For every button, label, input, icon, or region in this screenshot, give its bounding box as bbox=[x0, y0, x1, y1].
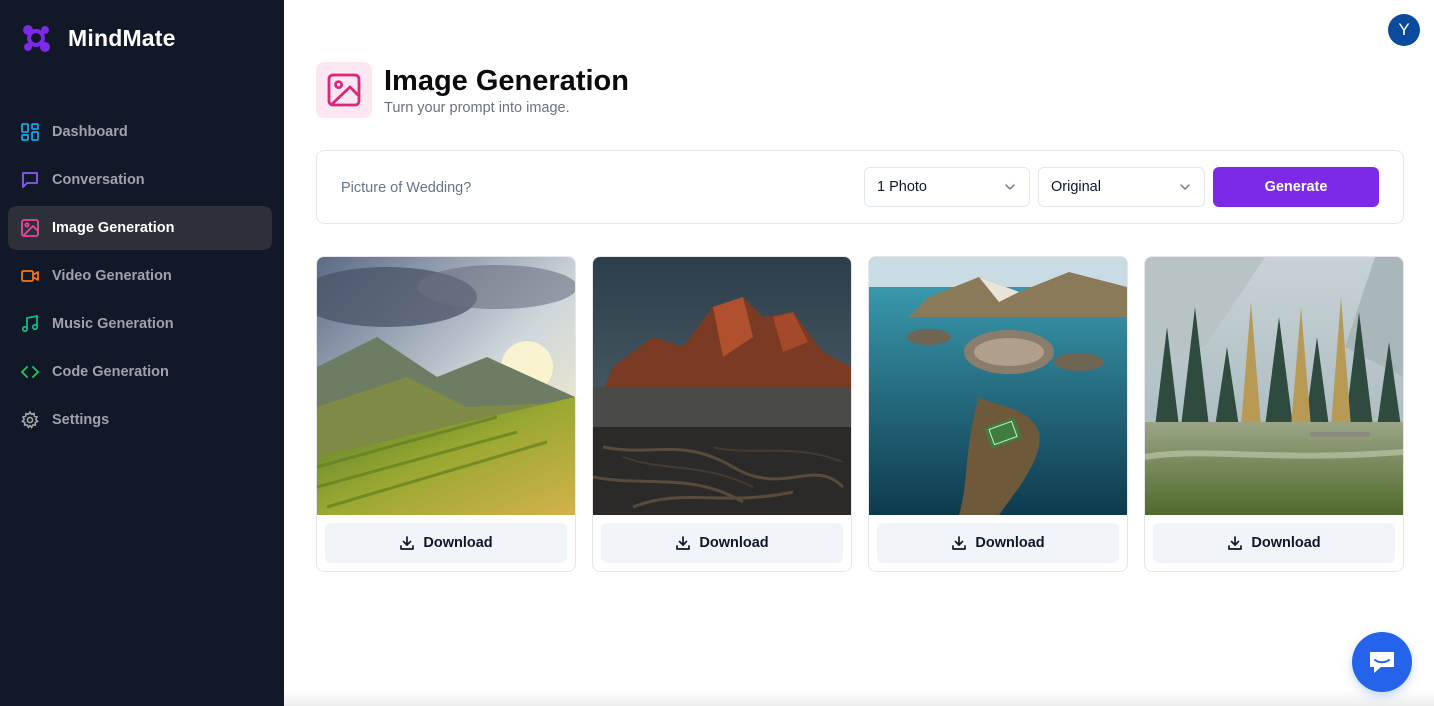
code-icon bbox=[20, 362, 40, 382]
page-subtitle: Turn your prompt into image. bbox=[384, 100, 570, 116]
download-button[interactable]: Download bbox=[601, 523, 843, 563]
amount-select-value: 1 Photo bbox=[877, 179, 927, 195]
download-icon bbox=[676, 536, 691, 550]
sidebar: MindMate Dashboard Conversation Image Ge… bbox=[0, 0, 284, 706]
sidebar-item-label: Video Generation bbox=[52, 268, 172, 284]
chevron-down-icon bbox=[1003, 180, 1017, 194]
generated-image-2 bbox=[593, 257, 851, 515]
brand[interactable]: MindMate bbox=[18, 20, 176, 56]
sidebar-item-code-generation[interactable]: Code Generation bbox=[8, 350, 272, 394]
sidebar-item-conversation[interactable]: Conversation bbox=[8, 158, 272, 202]
sidebar-item-settings[interactable]: Settings bbox=[8, 398, 272, 442]
sidebar-item-label: Dashboard bbox=[52, 124, 128, 140]
generate-button[interactable]: Generate bbox=[1213, 167, 1379, 207]
sidebar-item-label: Code Generation bbox=[52, 364, 169, 380]
sidebar-nav: Dashboard Conversation Image Generation bbox=[8, 110, 272, 446]
download-icon bbox=[952, 536, 967, 550]
sidebar-item-image-generation[interactable]: Image Generation bbox=[8, 206, 272, 250]
sidebar-item-video-generation[interactable]: Video Generation bbox=[8, 254, 272, 298]
download-icon bbox=[1228, 536, 1243, 550]
sidebar-item-label: Settings bbox=[52, 412, 110, 428]
amount-select[interactable]: 1 Photo bbox=[864, 167, 1030, 207]
sidebar-item-label: Conversation bbox=[52, 172, 145, 188]
download-label: Download bbox=[423, 535, 493, 551]
sidebar-item-dashboard[interactable]: Dashboard bbox=[8, 110, 272, 154]
heading-text: Image Generation Turn your prompt into i… bbox=[384, 64, 629, 116]
layout-grid-icon bbox=[20, 122, 40, 142]
download-label: Download bbox=[699, 535, 769, 551]
generated-image-3 bbox=[869, 257, 1127, 515]
download-button[interactable]: Download bbox=[877, 523, 1119, 563]
chat-support-button[interactable] bbox=[1352, 632, 1412, 692]
resolution-select[interactable]: Original bbox=[1038, 167, 1205, 207]
message-square-icon bbox=[20, 170, 40, 190]
image-card: Download bbox=[316, 256, 576, 572]
video-icon bbox=[20, 266, 40, 286]
settings-icon bbox=[20, 410, 40, 430]
download-label: Download bbox=[1251, 535, 1321, 551]
image-card: Download bbox=[592, 256, 852, 572]
image-icon bbox=[20, 218, 40, 238]
mindmate-logo-icon bbox=[18, 20, 54, 56]
download-button[interactable]: Download bbox=[1153, 523, 1395, 563]
download-icon bbox=[400, 536, 415, 550]
bottom-shadow bbox=[284, 690, 1434, 706]
music-icon bbox=[20, 314, 40, 334]
prompt-input[interactable] bbox=[341, 171, 841, 205]
image-card: Download bbox=[1144, 256, 1404, 572]
image-card: Download bbox=[868, 256, 1128, 572]
page-heading: Image Generation Turn your prompt into i… bbox=[316, 62, 629, 118]
page-title: Image Generation bbox=[384, 65, 629, 97]
generated-image-1 bbox=[317, 257, 575, 515]
chevron-down-icon bbox=[1178, 180, 1192, 194]
image-gallery: Download Download Download Download bbox=[316, 256, 1404, 572]
sidebar-item-music-generation[interactable]: Music Generation bbox=[8, 302, 272, 346]
user-avatar[interactable]: Y bbox=[1388, 14, 1420, 46]
resolution-select-value: Original bbox=[1051, 179, 1101, 195]
sidebar-item-label: Music Generation bbox=[52, 316, 174, 332]
sidebar-item-label: Image Generation bbox=[52, 220, 175, 236]
download-label: Download bbox=[975, 535, 1045, 551]
prompt-form: 1 Photo Original Generate bbox=[316, 150, 1404, 224]
generated-image-4 bbox=[1145, 257, 1403, 515]
brand-name: MindMate bbox=[68, 24, 176, 51]
download-button[interactable]: Download bbox=[325, 523, 567, 563]
chat-bubble-icon bbox=[1370, 652, 1394, 673]
image-icon bbox=[316, 62, 372, 118]
